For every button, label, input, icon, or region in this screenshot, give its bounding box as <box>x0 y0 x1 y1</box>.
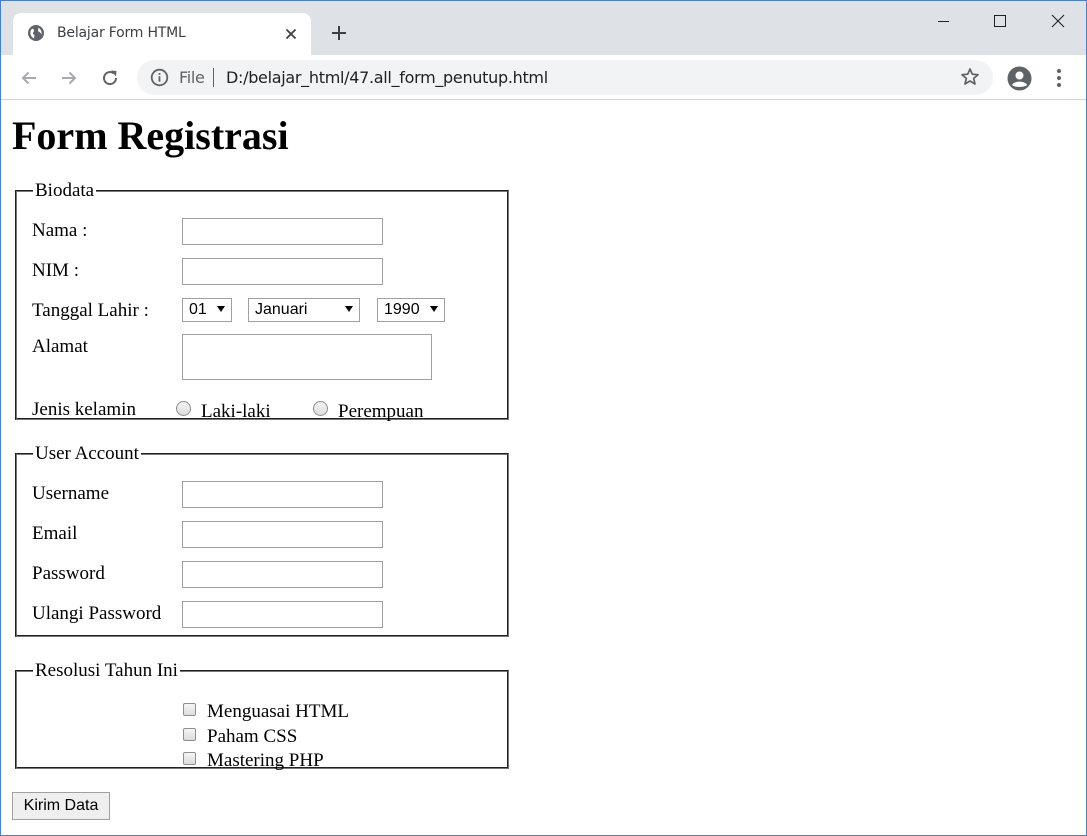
resolusi-legend: Resolusi Tahun Ini <box>35 660 178 681</box>
gender-radio-laki-laki[interactable] <box>176 401 191 416</box>
repeat-password-input[interactable] <box>182 601 383 628</box>
email-label: Email <box>32 523 78 544</box>
day-select[interactable]: 01 <box>182 298 232 322</box>
day-select-value: 01 <box>189 301 207 318</box>
nama-label: Nama : <box>32 220 88 241</box>
profile-button[interactable] <box>1005 64 1033 92</box>
password-input[interactable] <box>182 561 383 588</box>
chevron-down-icon <box>345 306 353 312</box>
username-label: Username <box>32 483 110 504</box>
resolusi-option-label: Paham CSS <box>207 726 298 747</box>
plus-icon <box>332 26 346 40</box>
resolusi-checkbox-html[interactable] <box>183 703 196 716</box>
menu-button[interactable] <box>1045 64 1073 92</box>
back-button[interactable] <box>16 65 42 91</box>
page-title: Form Registrasi <box>12 113 289 158</box>
email-input[interactable] <box>182 521 383 548</box>
gender-radio-perempuan[interactable] <box>313 401 328 416</box>
resolusi-option-label: Menguasai HTML <box>207 701 349 722</box>
tanggal-lahir-label: Tanggal Lahir : <box>32 300 149 321</box>
address-bar[interactable]: File D:/belajar_html/47.all_form_penutup… <box>137 60 993 95</box>
resolusi-checkbox-css[interactable] <box>183 728 196 741</box>
biodata-fieldset: Biodata Nama : NIM : Tanggal Lahir : 01 … <box>15 180 509 422</box>
globe-icon <box>28 25 44 41</box>
new-tab-button[interactable] <box>327 21 351 45</box>
resolusi-checkbox-php[interactable] <box>183 752 196 765</box>
url-separator <box>213 68 214 87</box>
username-input[interactable] <box>182 481 383 508</box>
url-scheme-label: File <box>179 68 205 87</box>
resolusi-fieldset: Resolusi Tahun Ini Menguasai HTML Paham … <box>15 660 509 771</box>
forward-button[interactable] <box>56 65 82 91</box>
minimize-button[interactable] <box>921 7 967 35</box>
tab-close-button[interactable] <box>281 24 301 44</box>
close-icon <box>1051 14 1065 28</box>
tab-active[interactable]: Belajar Form HTML <box>13 13 311 55</box>
star-icon[interactable] <box>960 67 980 87</box>
year-select-value: 1990 <box>384 301 420 318</box>
account-icon <box>1007 66 1031 90</box>
user-account-fieldset: User Account Username Email Password Ula… <box>15 444 509 637</box>
browser-window: Belajar Form HTML File D:/belajar_html/4… <box>0 0 1087 836</box>
tab-title: Belajar Form HTML <box>57 25 186 41</box>
page-content: Form Registrasi Biodata Nama : NIM : Tan… <box>1 101 1086 835</box>
browser-toolbar: File D:/belajar_html/47.all_form_penutup… <box>1 55 1086 100</box>
gender-option-label: Perempuan <box>338 401 424 422</box>
url-text[interactable]: D:/belajar_html/47.all_form_penutup.html <box>226 68 548 87</box>
month-select[interactable]: Januari <box>248 298 360 322</box>
nim-label: NIM : <box>32 260 79 281</box>
chevron-down-icon <box>430 306 438 312</box>
maximize-icon <box>994 15 1006 27</box>
resolusi-option-label: Mastering PHP <box>207 750 324 771</box>
password-label: Password <box>32 563 105 584</box>
gender-label: Jenis kelamin <box>32 399 136 420</box>
alamat-textarea[interactable] <box>182 334 432 380</box>
nama-input[interactable] <box>182 218 383 245</box>
submit-button[interactable]: Kirim Data <box>12 792 110 820</box>
reload-button[interactable] <box>97 65 123 91</box>
minimize-icon <box>938 21 949 22</box>
arrow-left-icon <box>21 71 36 85</box>
more-vert-icon <box>1057 69 1061 87</box>
user-account-legend: User Account <box>35 443 139 464</box>
reload-icon <box>103 70 118 86</box>
year-select[interactable]: 1990 <box>377 298 445 322</box>
arrow-right-icon <box>62 71 77 85</box>
nim-input[interactable] <box>182 258 383 285</box>
biodata-legend: Biodata <box>35 180 95 201</box>
repeat-password-label: Ulangi Password <box>32 603 162 624</box>
maximize-button[interactable] <box>977 7 1023 35</box>
alamat-label: Alamat <box>32 336 88 357</box>
close-icon <box>285 28 297 40</box>
gender-option-label: Laki-laki <box>201 401 271 422</box>
info-icon[interactable] <box>150 68 169 87</box>
chevron-down-icon <box>217 306 225 312</box>
month-select-value: Januari <box>255 301 308 318</box>
window-close-button[interactable] <box>1035 7 1081 35</box>
tab-strip: Belajar Form HTML <box>1 1 1086 55</box>
